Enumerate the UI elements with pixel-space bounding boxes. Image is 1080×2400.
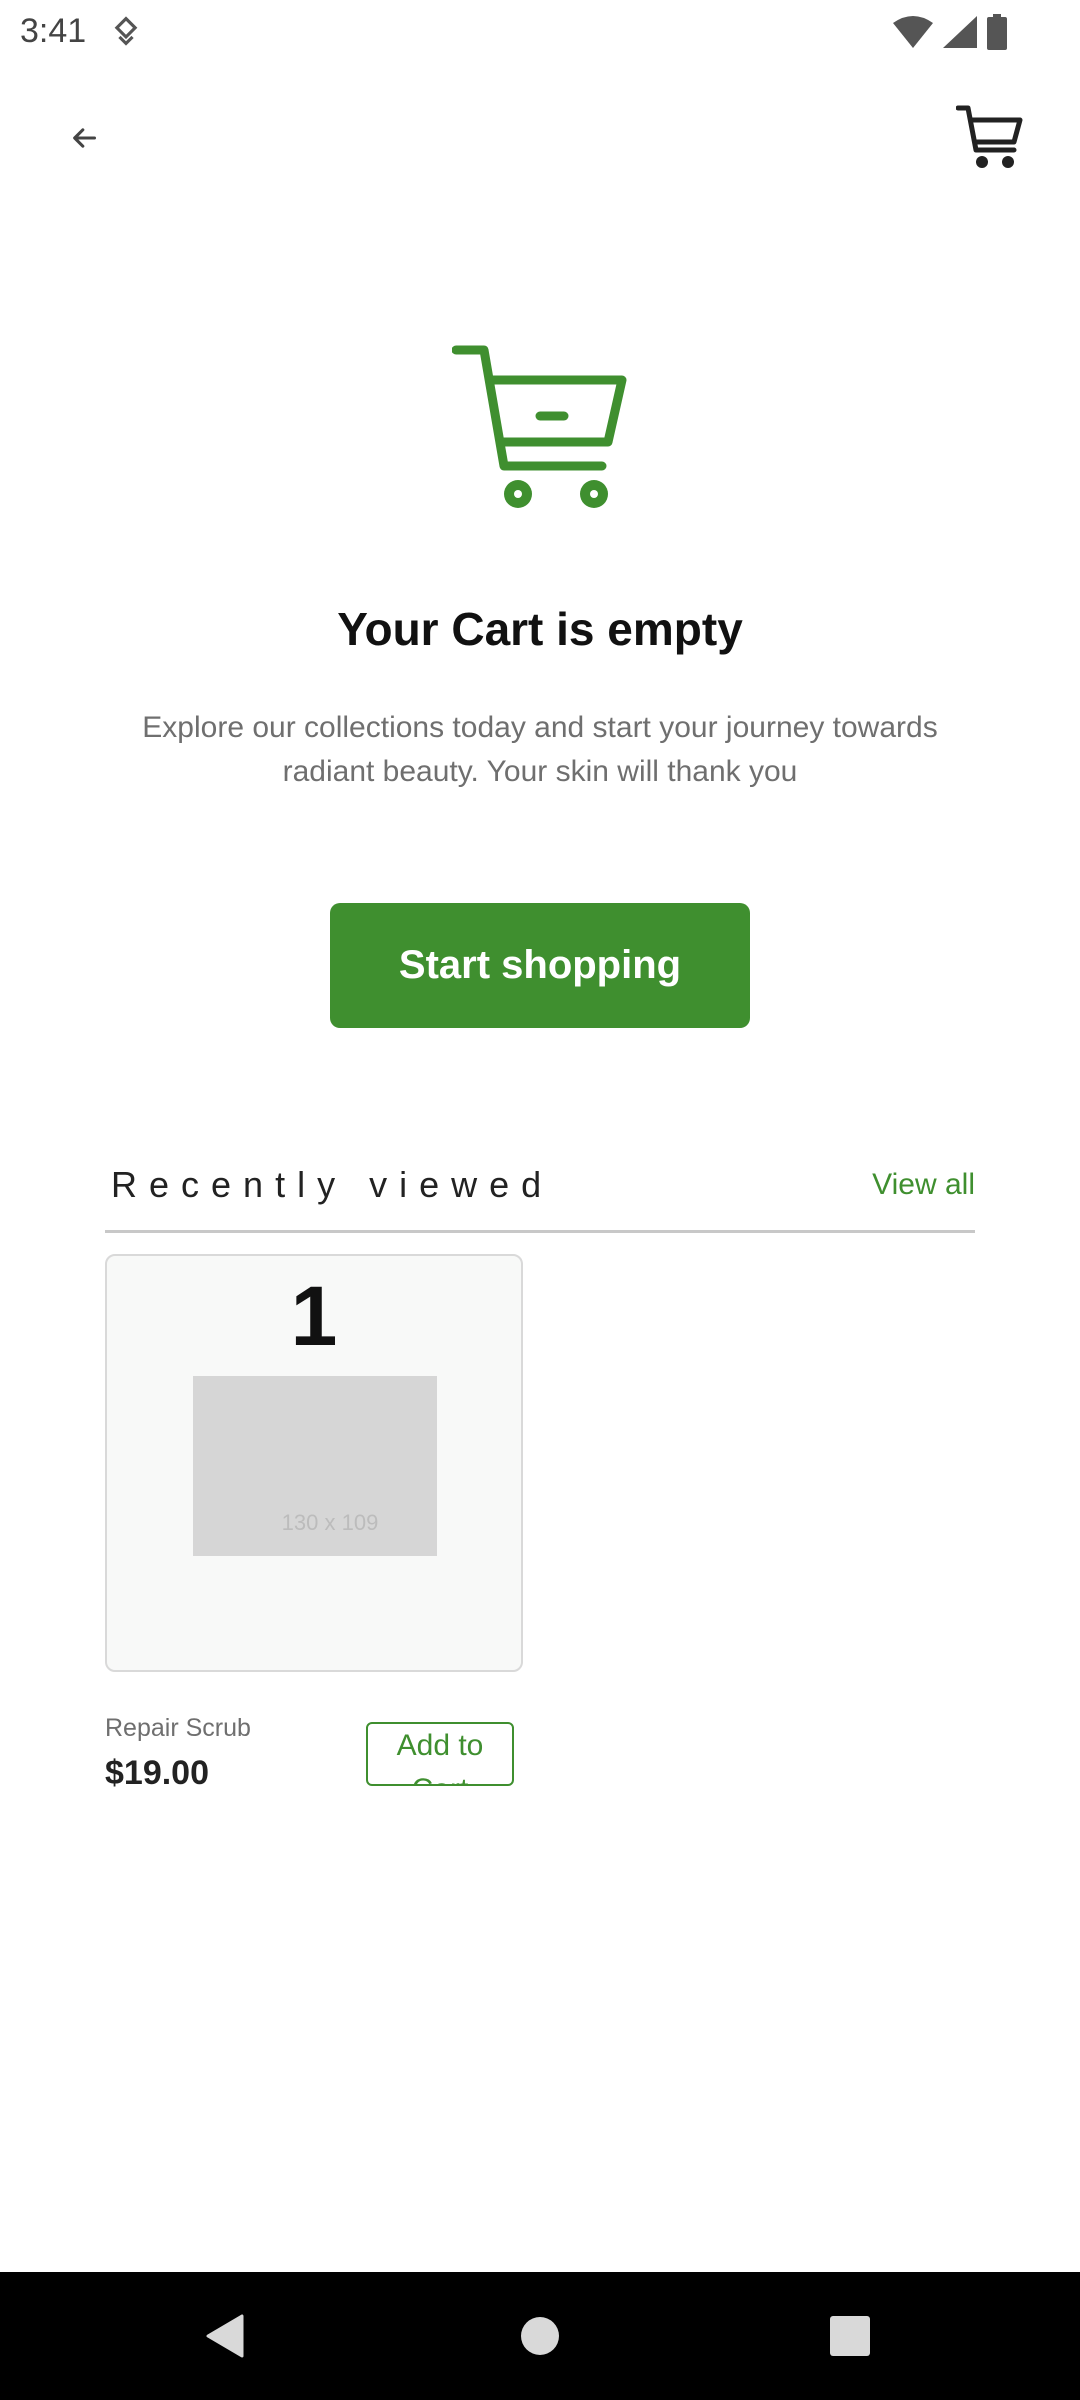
system-navigation-bar [0, 2272, 1080, 2400]
nav-recents-button[interactable] [816, 2302, 884, 2370]
empty-cart-subtitle: Explore our collections today and start … [142, 711, 938, 788]
product-card[interactable]: 1 130 x 109 [105, 1254, 523, 1672]
back-triangle-icon [206, 2314, 244, 2358]
nav-back-button[interactable] [190, 2302, 258, 2370]
empty-cart-icon [452, 345, 627, 508]
shopping-cart-icon [956, 105, 1023, 168]
product-price: $19.00 [105, 1754, 209, 1792]
status-time: 3:41 [20, 12, 87, 50]
nav-home-button[interactable] [506, 2302, 574, 2370]
start-shopping-button[interactable]: Start shopping [330, 903, 750, 1028]
add-to-cart-button[interactable]: Add to Cart [366, 1722, 514, 1786]
status-icons [892, 14, 1008, 50]
wifi-icon [893, 16, 933, 48]
back-button[interactable] [56, 110, 112, 166]
battery-icon [987, 14, 1007, 50]
signal-icon [943, 16, 977, 48]
recently-viewed-header: Recently viewed View all [105, 1160, 975, 1230]
status-bar: 3:41 [0, 0, 1080, 64]
product-badge-number: 1 [290, 1269, 338, 1363]
data-saver-icon [114, 16, 138, 46]
product-image-placeholder: 130 x 109 [193, 1376, 437, 1556]
cart-button[interactable] [952, 100, 1028, 176]
arrow-back-icon [73, 128, 97, 148]
recently-viewed-title: Recently viewed [111, 1164, 554, 1205]
recents-square-icon [830, 2316, 870, 2356]
cart-screen: 3:41 Your Cart is empty Explore our coll… [0, 0, 1080, 2400]
placeholder-dimensions-text: 130 x 109 [281, 1510, 379, 1535]
product-name: Repair Scrub [105, 1714, 251, 1742]
home-circle-icon [521, 2317, 559, 2355]
divider [105, 1230, 975, 1233]
empty-cart-title: Your Cart is empty [337, 603, 743, 655]
view-all-link[interactable]: View all [872, 1168, 975, 1202]
